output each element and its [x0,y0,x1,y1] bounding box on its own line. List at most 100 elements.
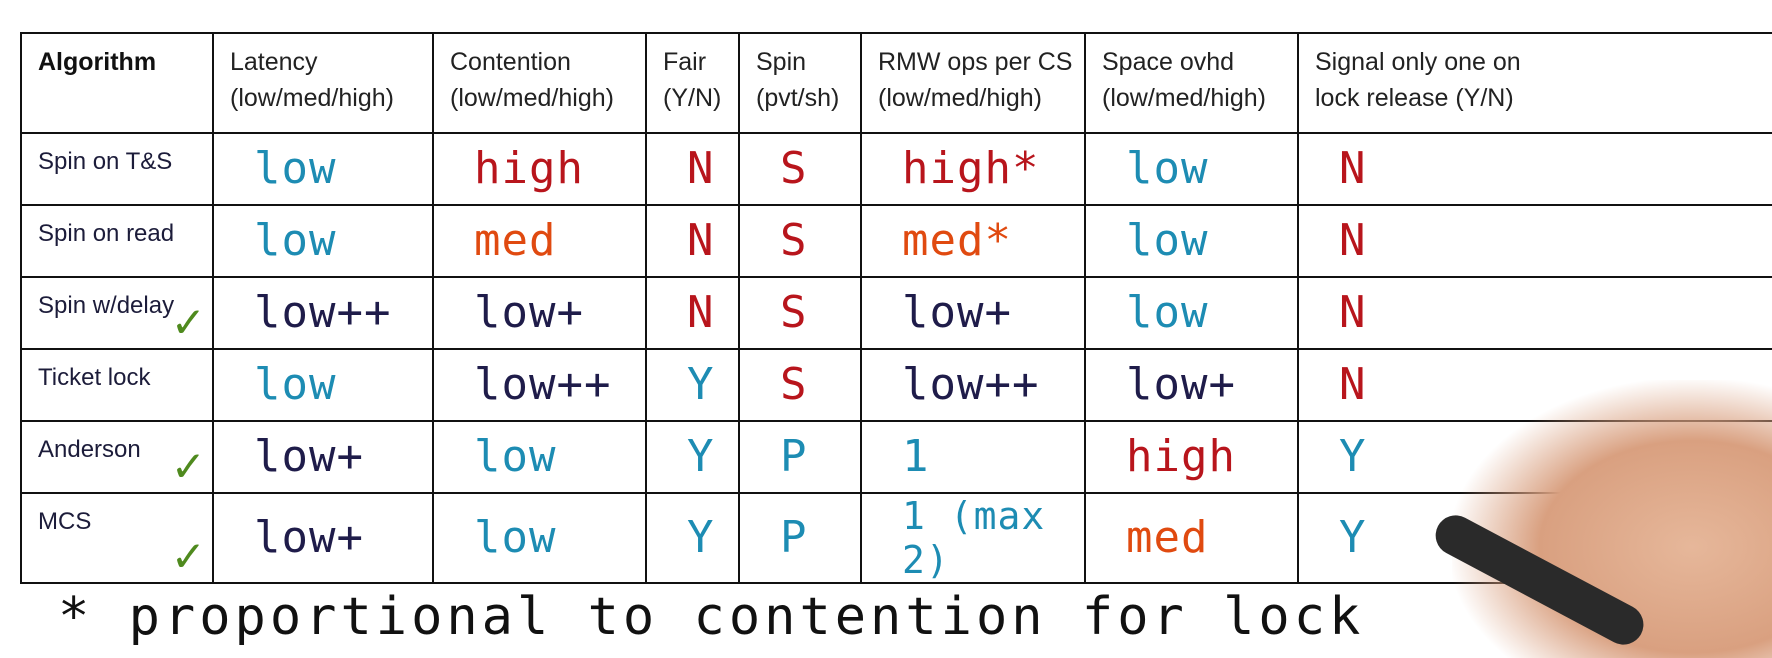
table-cell: low [432,492,647,584]
cell-value: low+ [902,287,1012,338]
table-cell: high [1084,420,1299,494]
table-cell: low [432,420,647,494]
table-cell: low++ [212,276,434,350]
cell-value: N [1339,143,1367,194]
cell-value: P [780,512,808,563]
cell-value: low [1126,143,1209,194]
header-line1: RMW ops per CS [878,48,1073,76]
cell-value: S [780,215,808,266]
algorithm-label: Spin on read [38,220,175,247]
cell-value: Y [1339,431,1367,482]
cell-value: med* [902,215,1012,266]
table-cell: P [738,492,862,584]
table-cell: low+ [1084,348,1299,422]
header-fair: Fair (Y/N) [645,32,740,134]
row-algorithm-name: Spin w/delay ✓ [20,276,214,350]
row-algorithm-name: Spin on T&S [20,132,214,206]
header-line2: (low/med/high) [878,84,1042,112]
table-row: Spin on read low med N Smed* low N [20,204,1772,278]
cell-value: med [1126,512,1209,563]
table-cell: Y [645,348,740,422]
header-line1: Fair [663,48,707,76]
cell-value: Y [1339,512,1367,563]
table-cell: high* [860,132,1086,206]
header-algorithm: Algorithm [20,32,214,134]
whiteboard: Algorithm Latency (low/med/high) Contenti… [0,0,1772,658]
cell-value: high* [902,143,1040,194]
cell-value: low [254,359,337,410]
cell-value: low++ [474,359,612,410]
cell-value: N [687,215,715,266]
cell-value: low [254,215,337,266]
table-cell: 1 [860,420,1086,494]
cell-value: 1 (max 2) [902,494,1046,582]
table-row: Spin w/delay ✓ low++ low+ N Slow+ low N [20,276,1772,350]
header-line2: (Y/N) [663,84,722,112]
table-cell: S [738,276,862,350]
cell-value: P [780,431,808,482]
table-cell: Y [645,492,740,584]
header-signal-one: Signal only one on lock release (Y/N) [1297,32,1772,134]
table-cell: N [645,132,740,206]
algorithm-label: Anderson [38,436,141,463]
header-rmw-ops: RMW ops per CS (low/med/high) [860,32,1086,134]
row-algorithm-name: Anderson ✓ [20,420,214,494]
cell-value: S [780,143,808,194]
cell-value: low++ [902,359,1040,410]
cell-value: N [1339,215,1367,266]
table-cell: low [212,132,434,206]
cell-value: low [254,143,337,194]
cell-value: low++ [254,287,392,338]
header-line1: Latency [230,48,318,76]
header-line2: (low/med/high) [450,84,614,112]
header-line1: Algorithm [38,48,157,76]
header-line1: Spin [756,48,807,76]
table-cell: S [738,204,862,278]
checkmark-icon: ✓ [170,532,206,581]
header-line2: (low/med/high) [1102,84,1266,112]
cell-value: Y [687,512,715,563]
table-row: Spin on T&S low high N Shigh* low N [20,132,1772,206]
row-algorithm-name: Ticket lock [20,348,214,422]
cell-value: low [474,431,557,482]
cell-value: high [1126,431,1236,482]
table-cell: low++ [432,348,647,422]
header-line1: Space ovhd [1102,48,1235,76]
cell-value: S [780,359,808,410]
algorithm-label: Ticket lock [38,364,151,391]
algorithm-label: Spin w/delay [38,292,175,319]
header-spin: Spin (pvt/sh) [738,32,862,134]
header-line1: Contention [450,48,571,76]
table-cell: high [432,132,647,206]
cell-value: low+ [474,287,584,338]
table-cell: med* [860,204,1086,278]
row-algorithm-name: Spin on read [20,204,214,278]
table-cell: med [432,204,647,278]
cell-value: N [1339,359,1367,410]
cell-value: N [687,287,715,338]
table-cell: med [1084,492,1299,584]
cell-value: high [474,143,584,194]
cell-value: med [474,215,557,266]
table-cell: low+ [212,492,434,584]
header-row: Algorithm Latency (low/med/high) Contenti… [20,32,1772,134]
table-cell: P [738,420,862,494]
checkmark-icon: ✓ [170,442,206,491]
cell-value: low [474,512,557,563]
cell-value: N [1339,287,1367,338]
table-cell: Y [645,420,740,494]
table-cell: low+ [860,276,1086,350]
algorithm-label: MCS [38,508,92,535]
table-cell: low [212,204,434,278]
table-cell: N [645,204,740,278]
cell-value: S [780,287,808,338]
table-cell: N [1297,276,1772,350]
header-latency: Latency (low/med/high) [212,32,434,134]
table-cell: low [1084,276,1299,350]
table-cell: S [738,132,862,206]
header-line2: (low/med/high) [230,84,394,112]
table-cell: 1 (max 2) [860,492,1086,584]
cell-value: low+ [1126,359,1236,410]
cell-value: Y [687,359,715,410]
row-algorithm-name: MCS ✓ [20,492,214,584]
